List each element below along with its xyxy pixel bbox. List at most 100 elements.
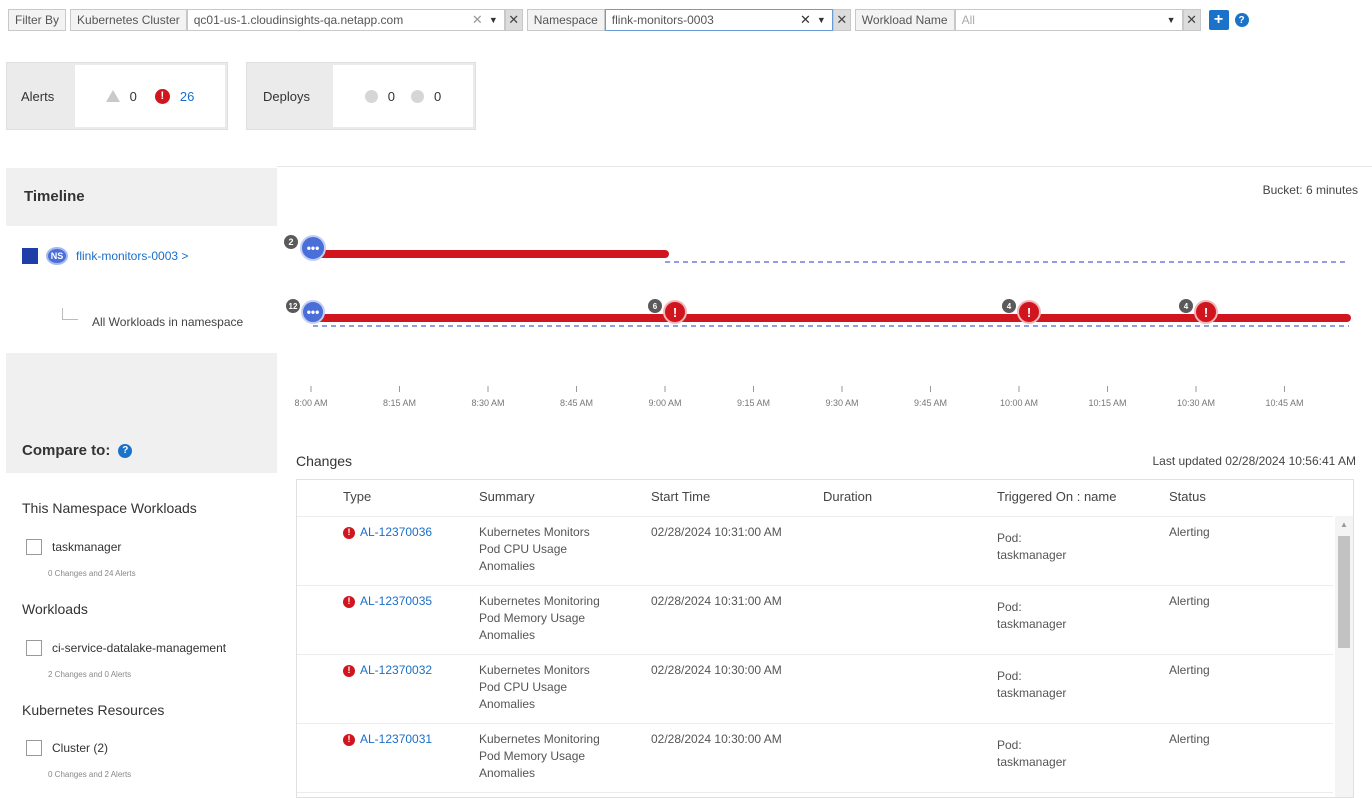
deploy-status-icon [364, 89, 378, 103]
compare-item-summary: 0 Changes and 2 Alerts [48, 770, 132, 779]
changes-title: Changes [296, 453, 353, 469]
triggered-on-cell: Pod: taskmanager [997, 530, 1066, 564]
column-header-triggered-on[interactable]: Triggered On : name [997, 489, 1116, 504]
trigger-line: Pod: [997, 600, 1022, 614]
compare-item-summary: 2 Changes and 0 Alerts [48, 670, 132, 679]
clear-icon[interactable]: ✕ [472, 10, 483, 30]
column-header-start-time[interactable]: Start Time [651, 489, 710, 504]
namespace-filter-label: Namespace [526, 9, 605, 31]
checkbox[interactable] [26, 740, 42, 756]
x-tick-label: 10:30 AM [1177, 398, 1215, 408]
plus-icon: + [1213, 11, 1224, 28]
namespace-link[interactable]: flink-monitors-0003 > [76, 249, 188, 263]
clear-icon[interactable]: ✕ [800, 10, 811, 30]
add-filter-button[interactable]: + [1208, 10, 1229, 30]
critical-alert-icon: ! [343, 595, 355, 608]
alert-id-cell[interactable]: ! AL-12370032 [343, 662, 432, 679]
header-divider [297, 516, 1333, 517]
alert-link[interactable]: AL-12370035 [360, 593, 432, 610]
timeline-chart: 8:00 AM 8:15 AM 8:30 AM 8:45 AM 9:00 AM 9:15 … [284, 235, 1351, 408]
column-header-type[interactable]: Type [343, 489, 371, 504]
table-scrollbar[interactable]: ▲ [1335, 516, 1353, 797]
compare-item-label: ci-service-datalake-management [52, 641, 227, 655]
more-icon: ••• [307, 241, 320, 255]
critical-alert-count[interactable]: 26 [180, 89, 194, 104]
event-badge[interactable]: ••• 12 [286, 299, 325, 324]
summary-line: Kubernetes Monitors [479, 663, 590, 677]
critical-alert-icon: ! [343, 526, 355, 539]
chevron-down-icon[interactable]: ▼ [817, 10, 826, 30]
critical-alert-icon: ! [343, 664, 355, 677]
summary-line: Kubernetes Monitors [479, 525, 590, 539]
count-badge-text: 12 [289, 302, 298, 311]
trigger-line: Pod: [997, 738, 1022, 752]
scroll-thumb[interactable] [1338, 536, 1350, 648]
warning-count: 0 [129, 88, 137, 104]
cluster-select[interactable]: qc01-us-1.cloudinsights-qa.netapp.com ✕ … [186, 9, 505, 31]
bucket-size: Bucket: 6 minutes [1262, 183, 1358, 197]
compare-item[interactable]: Cluster (2) [26, 740, 108, 756]
triggered-on-cell: Pod: taskmanager [997, 668, 1066, 702]
column-header-summary[interactable]: Summary [479, 489, 535, 504]
remove-workload-filter-button[interactable]: ✕ [1182, 9, 1201, 31]
x-tick-label: 8:00 AM [294, 398, 327, 408]
cluster-value: qc01-us-1.cloudinsights-qa.netapp.com [193, 13, 404, 27]
compare-title: Compare to: ? [22, 442, 133, 459]
trigger-line: taskmanager [997, 686, 1067, 700]
x-tick-label: 9:15 AM [737, 398, 770, 408]
compare-item-label: taskmanager [52, 540, 122, 554]
alert-id-cell[interactable]: ! AL-12370036 [343, 524, 432, 541]
checkbox[interactable] [26, 640, 42, 656]
event-badge[interactable]: ••• 2 [284, 235, 326, 261]
namespace-icon: NS [46, 247, 68, 265]
column-header-duration[interactable]: Duration [823, 489, 872, 504]
alert-link[interactable]: AL-12370031 [360, 731, 432, 748]
chevron-down-icon[interactable]: ▼ [1167, 10, 1176, 30]
namespace-select[interactable]: flink-monitors-0003 ✕ ▼ [604, 9, 833, 31]
alert-link[interactable]: AL-12370032 [360, 662, 432, 679]
x-tick-label: 9:30 AM [825, 398, 858, 408]
alert-id-cell[interactable]: ! AL-12370031 [343, 731, 432, 748]
row-divider [297, 792, 1333, 793]
status-cell: Alerting [1169, 594, 1210, 608]
namespace-row[interactable]: NS flink-monitors-0003 > [22, 247, 188, 265]
triggered-on-cell: Pod: taskmanager [997, 737, 1066, 771]
compare-item[interactable]: ci-service-datalake-management [26, 640, 226, 656]
remove-cluster-filter-button[interactable]: ✕ [504, 9, 523, 31]
close-icon: ✕ [1186, 12, 1198, 27]
close-icon: ✕ [508, 12, 520, 27]
chevron-up-icon[interactable]: ▲ [1340, 520, 1348, 529]
alert-link[interactable]: AL-12370036 [360, 524, 432, 541]
start-time-cell: 02/28/2024 10:30:00 AM [651, 732, 782, 746]
count-badge-text: 4 [1007, 302, 1012, 311]
remove-namespace-filter-button[interactable]: ✕ [832, 9, 851, 31]
trigger-line: taskmanager [997, 548, 1067, 562]
warning-icon [105, 90, 120, 102]
x-axis: 8:00 AM 8:15 AM 8:30 AM 8:45 AM 9:00 AM 9:15 … [294, 386, 1304, 408]
summary-line: Pod Memory Usage [479, 611, 586, 625]
workload-select[interactable]: All ▼ [954, 9, 1183, 31]
trigger-line: Pod: [997, 669, 1022, 683]
alert-id-cell[interactable]: ! AL-12370035 [343, 593, 432, 610]
chevron-down-icon[interactable]: ▼ [489, 10, 498, 30]
checkbox[interactable] [26, 539, 42, 555]
alerts-card-values: 0 ! 26 [75, 65, 225, 127]
summary-line: Pod CPU Usage [479, 680, 568, 694]
summary-cell: Kubernetes Monitors Pod CPU Usage Anomalie… [479, 662, 590, 713]
start-time-cell: 02/28/2024 10:31:00 AM [651, 525, 782, 539]
count-badge-text: 4 [1184, 302, 1189, 311]
help-icon[interactable]: ? [1234, 13, 1249, 27]
trigger-line: taskmanager [997, 755, 1067, 769]
workloads-row-label: All Workloads in namespace [92, 315, 244, 329]
help-icon[interactable]: ? [118, 443, 133, 458]
summary-line: Anomalies [479, 766, 536, 780]
section-title: This Namespace Workloads [22, 500, 197, 516]
column-header-status[interactable]: Status [1169, 489, 1206, 504]
compare-item[interactable]: taskmanager [26, 539, 121, 555]
count-badge-text: 6 [653, 302, 658, 311]
section-title: Kubernetes Resources [22, 702, 165, 718]
compare-title-text: Compare to: [22, 442, 111, 459]
compare-item-summary: 0 Changes and 24 Alerts [48, 569, 136, 578]
x-tick-label: 9:00 AM [648, 398, 681, 408]
summary-line: Kubernetes Monitoring [479, 594, 600, 608]
